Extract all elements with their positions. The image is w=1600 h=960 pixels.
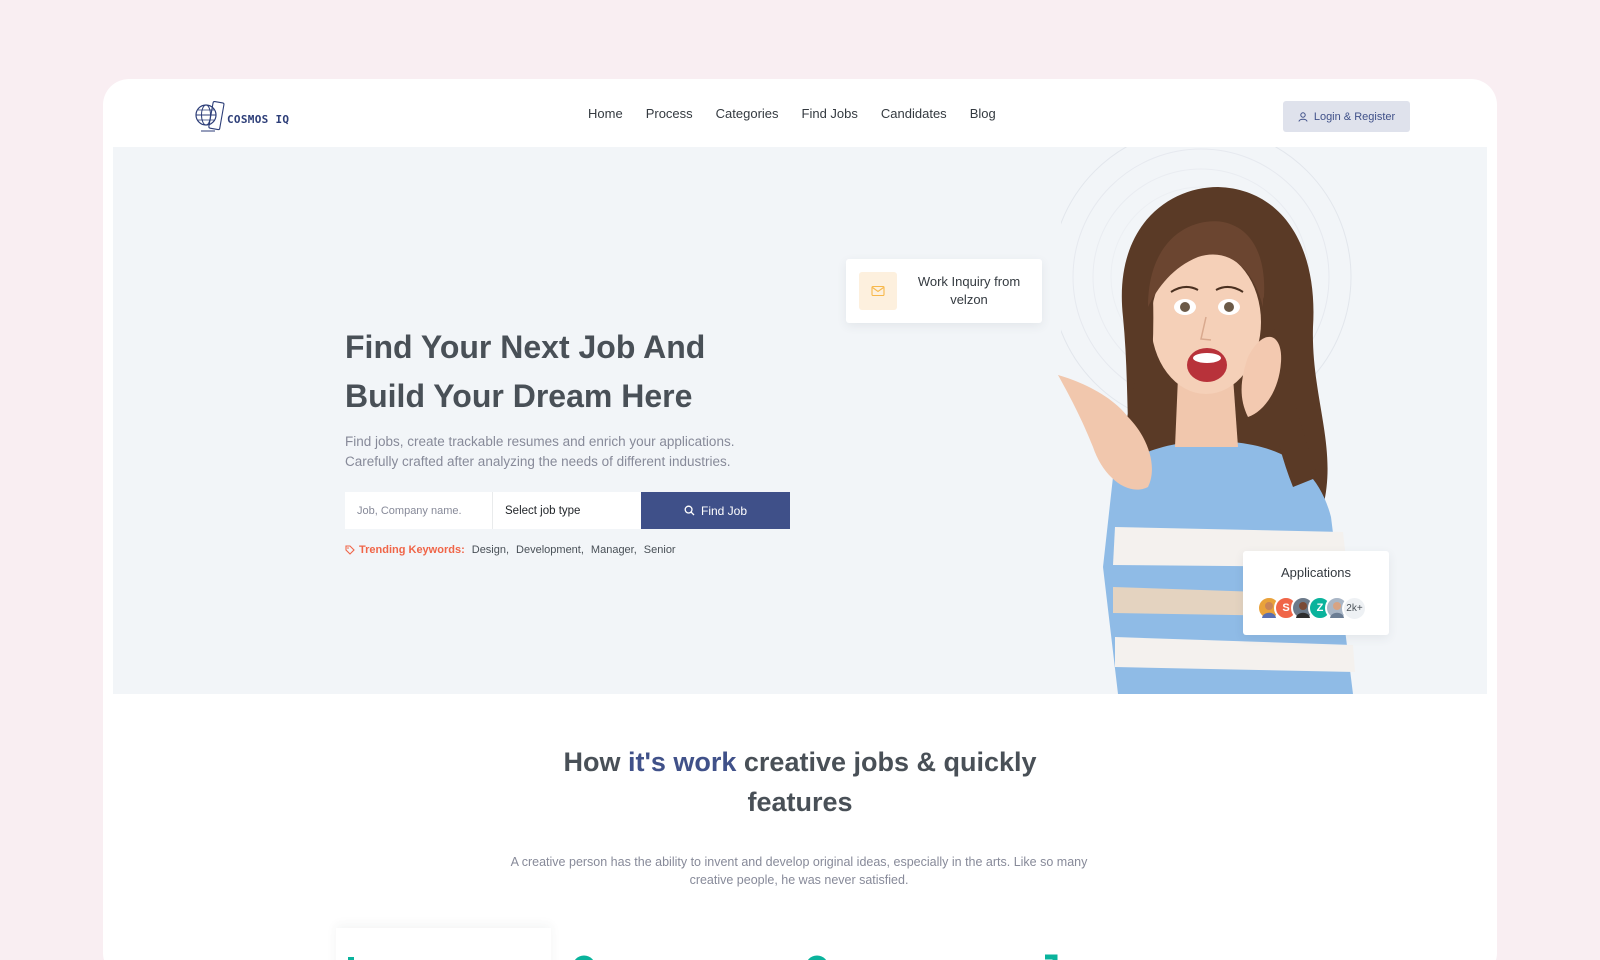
job-search-form: Select job type Find Job: [345, 492, 790, 529]
hero-headline-line1: Find Your Next Job And: [345, 329, 706, 365]
features-title-line2: features: [747, 787, 853, 817]
work-inquiry-line1: Work Inquiry from: [917, 274, 1021, 289]
keyword-development[interactable]: Development,: [516, 544, 584, 556]
job-type-select[interactable]: Select job type: [493, 492, 641, 529]
find-job-button[interactable]: Find Job: [641, 492, 790, 529]
mail-icon: [871, 285, 885, 297]
tag-icon: [345, 545, 355, 555]
applications-title: Applications: [1280, 565, 1352, 580]
top-navbar: COSMOS IQ Home Process Categories Find J…: [103, 79, 1497, 147]
brand-logo[interactable]: COSMOS IQ: [191, 99, 289, 133]
nav-candidates[interactable]: Candidates: [881, 106, 947, 121]
hero-subtitle-line1: Find jobs, create trackable resumes and …: [345, 434, 735, 449]
applications-card[interactable]: Applications S Z 2k+: [1243, 551, 1389, 635]
applicant-avatars: S Z 2k+: [1257, 596, 1367, 621]
login-register-label: Login & Register: [1313, 110, 1396, 123]
find-job-label: Find Job: [700, 503, 748, 518]
features-title-post: creative jobs & quickly: [736, 747, 1037, 777]
hero-headline-line2: Build Your Dream Here: [345, 378, 693, 414]
keyword-senior[interactable]: Senior: [644, 544, 676, 556]
features-title-pre: How: [563, 747, 628, 777]
features-subtitle: A creative person has the ability to inv…: [510, 855, 1088, 887]
hero-headline: Find Your Next Job And Build Your Dream …: [345, 323, 805, 421]
keyword-design[interactable]: Design,: [472, 544, 509, 556]
nav-categories[interactable]: Categories: [716, 106, 779, 121]
hero-subtitle-line2: Carefully crafted after analyzing the ne…: [345, 454, 731, 469]
nav-home[interactable]: Home: [588, 106, 623, 121]
nav-blog[interactable]: Blog: [970, 106, 996, 121]
work-inquiry-line2: velzon: [950, 292, 988, 307]
keyword-manager[interactable]: Manager,: [591, 544, 637, 556]
hero-section: Find Your Next Job And Build Your Dream …: [113, 147, 1487, 694]
trending-label: Trending Keywords:: [359, 544, 465, 556]
hero-subtitle: Find jobs, create trackable resumes and …: [345, 432, 795, 472]
work-inquiry-card[interactable]: Work Inquiry from velzon: [846, 259, 1042, 323]
work-inquiry-text: Work Inquiry from velzon: [909, 273, 1029, 309]
logo-globe-icon: [195, 101, 225, 132]
job-search-input[interactable]: [345, 492, 493, 529]
nav-process[interactable]: Process: [646, 106, 693, 121]
user-icon: [1298, 111, 1308, 122]
search-icon: [684, 505, 695, 516]
main-menu: Home Process Categories Find Jobs Candid…: [588, 79, 1019, 147]
trending-keywords: Trending Keywords: Design, Development, …: [345, 544, 683, 556]
features-title: How it's work creative jobs & quickly fe…: [103, 742, 1497, 822]
page-card: COSMOS IQ Home Process Categories Find J…: [103, 79, 1497, 960]
brand-name: COSMOS IQ: [227, 113, 290, 126]
nav-find-jobs[interactable]: Find Jobs: [802, 106, 858, 121]
feature-step-icons: [348, 954, 1058, 960]
features-title-highlight: it's work: [627, 747, 737, 777]
more-applicants-badge: 2k+: [1342, 596, 1367, 621]
mail-icon-box: [859, 272, 897, 310]
login-register-button[interactable]: Login & Register: [1283, 101, 1410, 132]
